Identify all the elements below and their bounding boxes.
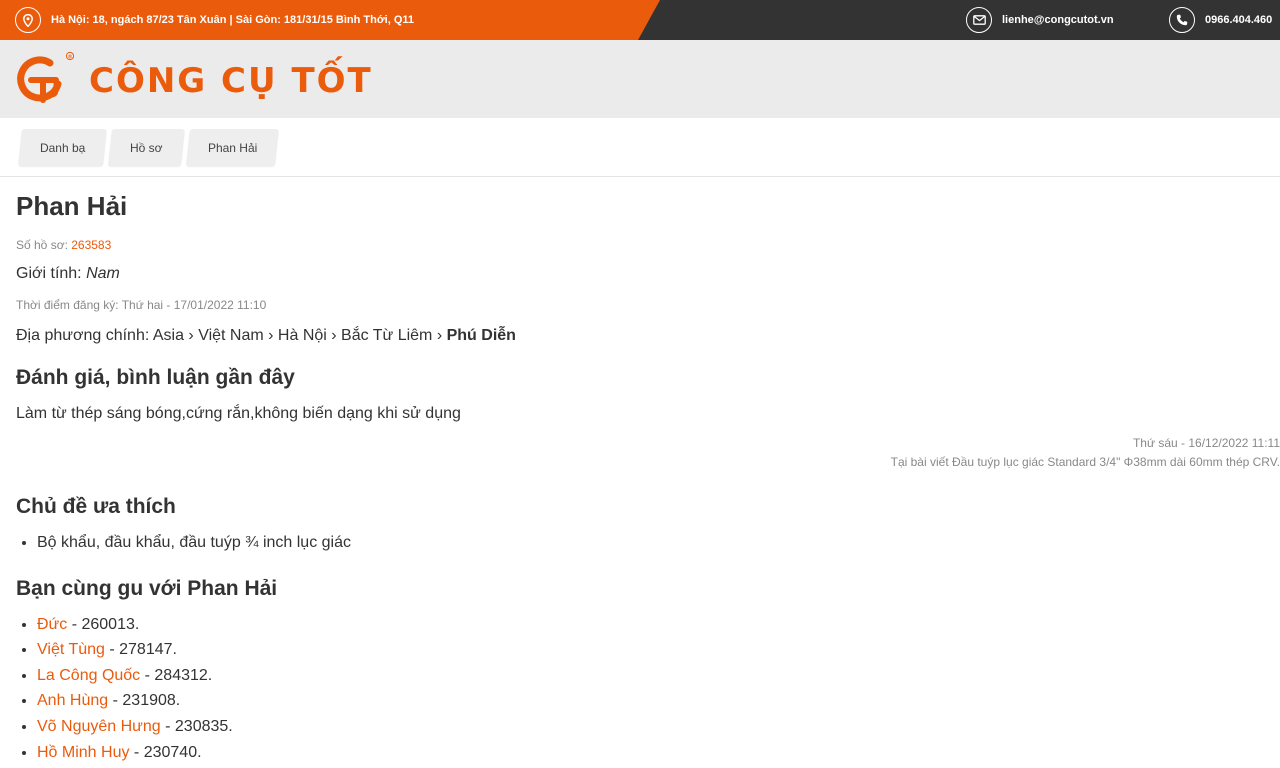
email-link[interactable]: lienhe@congcutot.vn [1002, 14, 1114, 26]
page-title: Phan Hải [16, 191, 128, 221]
breadcrumb-item-directory[interactable]: Danh bạ [18, 128, 108, 166]
phone-link[interactable]: 0966.404.460 [1205, 14, 1272, 26]
list-item: Võ Nguyên Hưng - 230835. [37, 714, 1264, 740]
gender-value: Nam [86, 265, 120, 282]
phone-icon [1169, 7, 1195, 33]
profile-content: Phan Hải Số hồ sơ: 263583 Giới tính: Nam… [0, 177, 1280, 765]
list-item: Anh Hùng - 231908. [37, 688, 1264, 714]
location-line: Địa phương chính: Asia › Việt Nam › Hà N… [16, 327, 516, 344]
list-item: Đức - 260013. [37, 612, 1264, 638]
user-link[interactable]: Anh Hùng [37, 692, 108, 709]
favorite-topics-heading: Chủ đề ưa thích [16, 495, 176, 518]
breadcrumb: Danh bạ Hồ sơ Phan Hải [0, 118, 1280, 177]
user-link[interactable]: Việt Tùng [37, 641, 105, 658]
address-info: Hà Nội: 18, ngách 87/23 Tân Xuân | Sài G… [15, 0, 414, 40]
email-contact[interactable]: lienhe@congcutot.vn [966, 0, 1114, 40]
registration-time: Thời điểm đăng ký: Thứ hai - 17/01/2022 … [16, 298, 267, 312]
list-item: Hồ Minh Huy - 230740. [37, 740, 1264, 766]
top-contact-bar: Hà Nội: 18, ngách 87/23 Tân Xuân | Sài G… [0, 0, 1280, 40]
site-header: ® CÔNG CỤ TỐT [0, 40, 1280, 118]
list-item: Việt Tùng - 278147. [37, 637, 1264, 663]
similar-users-list: Đức - 260013. Việt Tùng - 278147. La Côn… [16, 612, 1264, 766]
breadcrumb-item-profiles[interactable]: Hồ sơ [108, 128, 185, 166]
user-link[interactable]: Đức [37, 616, 67, 633]
registered-mark: ® [68, 53, 72, 60]
breadcrumb-item-current[interactable]: Phan Hải [185, 128, 280, 166]
list-item: La Công Quốc - 284312. [37, 663, 1264, 689]
user-link[interactable]: Võ Nguyên Hưng [37, 718, 161, 735]
user-link[interactable]: Hồ Minh Huy [37, 744, 129, 761]
list-item[interactable]: Bộ khẩu, đầu khẩu, đầu tuýp ¾ inch lục g… [37, 530, 1264, 556]
envelope-icon [966, 7, 992, 33]
location-current: Phú Diễn [446, 327, 516, 344]
review-text: Làm từ thép sáng bóng,cứng rắn,không biế… [16, 405, 461, 422]
phone-contact[interactable]: 0966.404.460 [1169, 0, 1272, 40]
profile-number: Số hồ sơ: 263583 [16, 238, 112, 252]
review-source-link[interactable]: Tại bài viết Đầu tuýp lục giác Standard … [16, 453, 1280, 472]
gender-line: Giới tính: Nam [16, 265, 120, 282]
favorite-topics-list: Bộ khẩu, đầu khẩu, đầu tuýp ¾ inch lục g… [16, 530, 1264, 556]
site-logo[interactable]: ® CÔNG CỤ TỐT [16, 50, 373, 108]
review-date: Thứ sáu - 16/12/2022 11:11 [1132, 436, 1280, 450]
similar-users-heading: Bạn cùng gu với Phan Hải [16, 576, 278, 600]
logo-mark-icon: ® [17, 51, 74, 103]
map-pin-icon [15, 7, 41, 33]
location-path[interactable]: Asia › Việt Nam › Hà Nội › Bắc Từ Liêm › [153, 327, 447, 344]
profile-number-value: 263583 [71, 238, 112, 252]
logo-text: CÔNG CỤ TỐT [89, 61, 373, 101]
user-link[interactable]: La Công Quốc [37, 667, 140, 684]
reviews-heading: Đánh giá, bình luận gần đây [16, 366, 295, 389]
address-text: Hà Nội: 18, ngách 87/23 Tân Xuân | Sài G… [51, 14, 415, 26]
